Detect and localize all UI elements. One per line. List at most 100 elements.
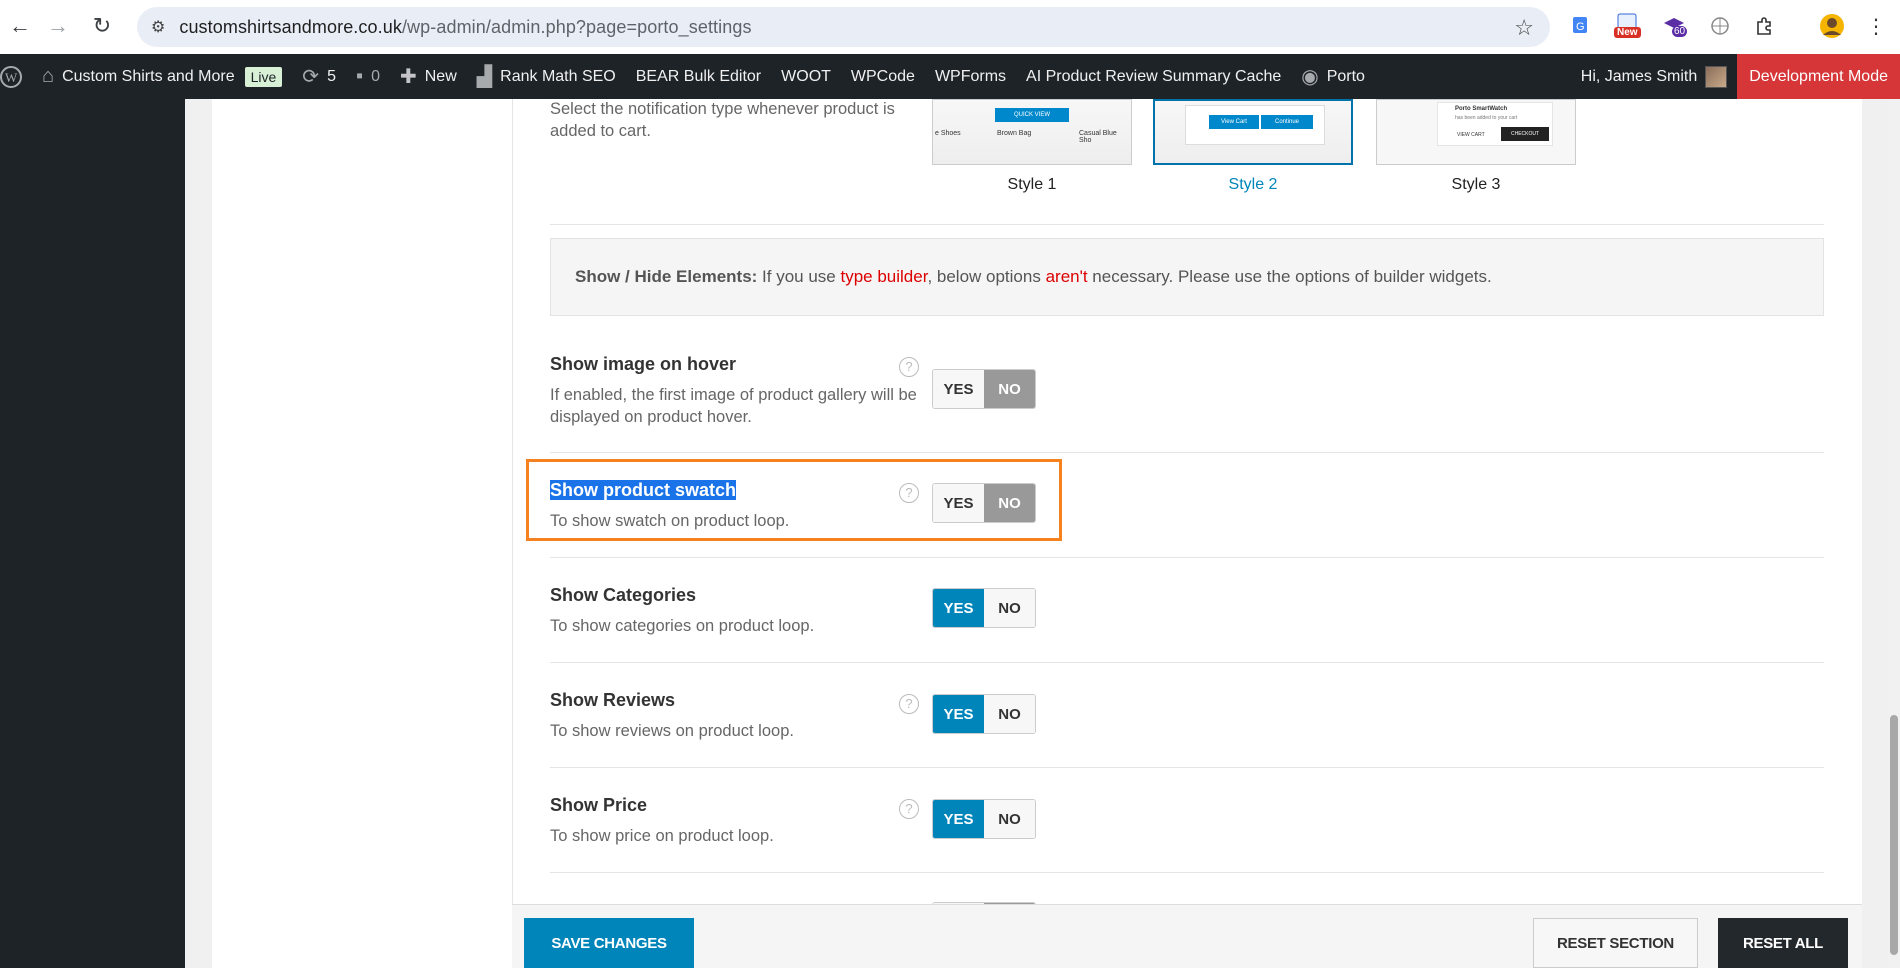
updates-icon: ⟳ — [302, 66, 320, 88]
reviews-toggle[interactable]: YES NO — [932, 694, 1036, 734]
style-3-thumbnail[interactable]: Porto SmartWatch has been added to your … — [1376, 99, 1576, 165]
browser-toolbar: ← → ↻ ⚙ customshirtsandmore.co.uk/wp-adm… — [0, 0, 1900, 54]
forward-arrow-icon[interactable]: → — [38, 6, 78, 46]
style-1-label[interactable]: Style 1 — [932, 176, 1132, 194]
help-icon[interactable]: ? — [899, 694, 919, 714]
site-name-menu[interactable]: ⌂ Custom Shirts and More Live — [32, 54, 292, 99]
notice-highlight: aren't — [1045, 267, 1088, 286]
globe-extension-icon[interactable] — [1706, 12, 1734, 40]
quick-view-strip: QUICK VIEW — [995, 108, 1069, 122]
image-hover-toggle[interactable]: YES NO — [932, 369, 1036, 409]
option-desc-categories: To show categories on product loop. — [550, 617, 815, 635]
toggle-no[interactable]: NO — [984, 484, 1035, 522]
option-desc-reviews: To show reviews on product loop. — [550, 722, 794, 740]
toggle-no[interactable]: NO — [984, 800, 1035, 838]
bear-label: BEAR Bulk Editor — [635, 67, 762, 85]
option-desc-price: To show price on product loop. — [550, 827, 774, 845]
wpforms-label: WPForms — [934, 67, 1007, 85]
url-text[interactable]: customshirtsandmore.co.uk/wp-admin/admin… — [179, 17, 751, 38]
extensions-puzzle-icon[interactable] — [1750, 12, 1778, 40]
rank-math-icon: ▟ — [476, 66, 493, 88]
porto-menu[interactable]: ◉ Porto — [1291, 54, 1375, 99]
bear-bulk-editor-menu[interactable]: BEAR Bulk Editor — [626, 54, 771, 99]
profile-avatar[interactable] — [1818, 12, 1846, 40]
comments-menu[interactable]: ▪ 0 — [346, 54, 390, 99]
style-2-thumbnail[interactable]: View Cart Continue — [1153, 99, 1353, 165]
woot-label: WOOT — [781, 67, 831, 85]
avatar — [1705, 65, 1728, 88]
save-changes-button[interactable]: SAVE CHANGES — [524, 918, 694, 968]
selected-title-text: Show product swatch — [550, 480, 737, 500]
style-1-thumbnail[interactable]: QUICK VIEW e Shoes Brown Bag Casual Blue… — [932, 99, 1132, 165]
reload-icon[interactable]: ↻ — [82, 6, 122, 46]
continue-strip: Continue — [1261, 115, 1313, 129]
notification-description: Select the notification type whenever pr… — [550, 100, 895, 140]
svg-text:W: W — [5, 70, 18, 85]
bookmark-star-icon[interactable]: ☆ — [1514, 15, 1534, 41]
toggle-no[interactable]: NO — [984, 589, 1035, 627]
development-mode-badge[interactable]: Development Mode — [1737, 54, 1900, 99]
checkout-strip: CHECKOUT — [1501, 127, 1549, 141]
wpforms-menu[interactable]: WPForms — [925, 54, 1016, 99]
new-badge: New — [1614, 27, 1641, 38]
notice-text: , below options — [927, 267, 1046, 286]
greeting: Hi, James Smith — [1580, 67, 1698, 85]
updates-menu[interactable]: ⟳ 5 — [292, 54, 346, 99]
translate-extension-icon[interactable]: G — [1568, 12, 1596, 40]
option-desc-image-hover: If enabled, the first image of product g… — [550, 386, 917, 426]
rank-math-label: Rank Math SEO — [500, 67, 616, 85]
scrollbar-thumb[interactable] — [1890, 715, 1898, 955]
reset-all-button[interactable]: RESET ALL — [1718, 918, 1848, 968]
graduation-extension-icon[interactable]: 60 — [1660, 12, 1688, 40]
divider — [550, 452, 1824, 453]
new-label: New — [424, 67, 457, 85]
toggle-yes[interactable]: YES — [933, 800, 984, 838]
wpcode-label: WPCode — [850, 67, 915, 85]
thumb-text: VIEW CART — [1457, 132, 1485, 138]
toggle-yes[interactable]: YES — [933, 370, 984, 408]
notice-highlight: type builder — [840, 267, 928, 286]
wordpress-logo-icon[interactable]: W — [0, 54, 32, 99]
porto-icon: ◉ — [1301, 66, 1319, 88]
new-content-menu[interactable]: ✚ New — [390, 54, 467, 99]
rank-math-menu[interactable]: ▟ Rank Math SEO — [467, 54, 626, 99]
reset-section-button[interactable]: RESET SECTION — [1533, 918, 1698, 968]
woot-menu[interactable]: WOOT — [771, 54, 841, 99]
toggle-no[interactable]: NO — [984, 370, 1035, 408]
ai-review-cache-menu[interactable]: AI Product Review Summary Cache — [1016, 54, 1291, 99]
divider — [550, 662, 1824, 663]
toggle-yes[interactable]: YES — [933, 484, 984, 522]
help-icon[interactable]: ? — [899, 483, 919, 503]
site-info-icon[interactable]: ⚙ — [151, 17, 165, 37]
price-toggle[interactable]: YES NO — [932, 799, 1036, 839]
comment-icon: ▪ — [355, 65, 364, 87]
wp-admin-sidebar — [0, 99, 185, 968]
comments-count: 0 — [371, 67, 380, 85]
updates-count: 5 — [327, 67, 336, 85]
help-icon[interactable]: ? — [899, 799, 919, 819]
new-extension-icon[interactable]: New — [1614, 12, 1642, 40]
notice-text: If you use — [757, 267, 841, 286]
home-icon: ⌂ — [42, 65, 55, 87]
option-title-image-hover: Show image on hover — [550, 354, 737, 374]
divider — [550, 767, 1824, 768]
option-title-categories: Show Categories — [550, 585, 697, 605]
page-scrollbar[interactable] — [1888, 99, 1900, 968]
toggle-yes[interactable]: YES — [933, 695, 984, 733]
my-account-menu[interactable]: Hi, James Smith — [1571, 54, 1737, 99]
count-badge: 60 — [1672, 26, 1688, 37]
back-arrow-icon[interactable]: ← — [0, 6, 40, 46]
notice-heading: Show / Hide Elements: — [575, 267, 758, 286]
toggle-yes[interactable]: YES — [933, 589, 984, 627]
product-swatch-toggle[interactable]: YES NO — [932, 483, 1036, 523]
toggle-no[interactable]: NO — [984, 695, 1035, 733]
categories-toggle[interactable]: YES NO — [932, 588, 1036, 628]
site-name: Custom Shirts and More — [62, 67, 235, 85]
porto-label: Porto — [1326, 67, 1365, 85]
style-3-label[interactable]: Style 3 — [1376, 176, 1576, 194]
wpcode-menu[interactable]: WPCode — [841, 54, 925, 99]
help-icon[interactable]: ? — [899, 357, 919, 377]
style-2-label[interactable]: Style 2 — [1153, 176, 1353, 194]
address-bar[interactable]: ⚙ customshirtsandmore.co.uk/wp-admin/adm… — [137, 7, 1550, 47]
browser-menu-icon[interactable]: ⋮ — [1862, 12, 1890, 40]
